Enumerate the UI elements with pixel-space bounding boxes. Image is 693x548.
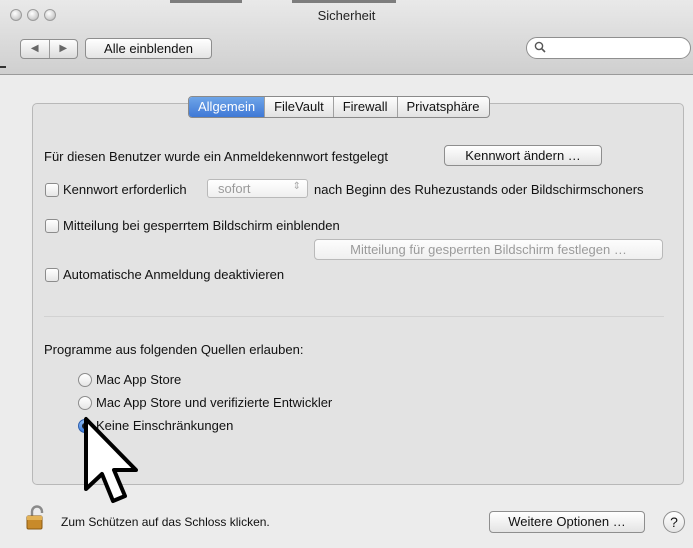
- auto-login-checkbox[interactable]: [45, 268, 59, 282]
- updown-arrow-icon: ⇕: [292, 181, 301, 192]
- set-lock-message-button[interactable]: Mitteilung für gesperrten Bildschirm fes…: [314, 239, 663, 260]
- section-divider: [44, 316, 664, 317]
- radio-verified-developers[interactable]: [78, 396, 92, 410]
- preferences-window: Sicherheit ◀ ▶ Alle einblenden Allgemein…: [0, 0, 693, 548]
- require-password-delay-select[interactable]: sofort ⇕: [207, 179, 308, 198]
- radio-mac-app-store-label: Mac App Store: [96, 372, 182, 387]
- tab-firewall[interactable]: Firewall: [334, 97, 398, 117]
- auto-login-label: Automatische Anmeldung deaktivieren: [63, 267, 285, 282]
- require-password-suffix: nach Beginn des Ruhezustands oder Bildsc…: [314, 182, 644, 197]
- require-password-label: Kennwort erforderlich: [63, 182, 187, 197]
- forward-arrow-icon[interactable]: ▶: [50, 40, 78, 58]
- more-options-button[interactable]: Weitere Optionen …: [489, 511, 645, 533]
- lock-message-label: Mitteilung bei gesperrtem Bildschirm ein…: [63, 218, 340, 233]
- tab-filevault[interactable]: FileVault: [265, 97, 334, 117]
- tab-bar: Allgemein FileVault Firewall Privatsphär…: [188, 96, 490, 118]
- mouse-pointer-icon: [82, 415, 140, 510]
- title-bar: Sicherheit ◀ ▶ Alle einblenden: [0, 0, 693, 75]
- window-edge-mark: [0, 66, 6, 68]
- radio-verified-developers-label: Mac App Store und verifizierte Entwickle…: [96, 395, 333, 410]
- tab-privatsphaere[interactable]: Privatsphäre: [398, 97, 489, 117]
- lock-hint-text: Zum Schützen auf das Schloss klicken.: [61, 515, 270, 529]
- sources-heading: Programme aus folgenden Quellen erlauben…: [44, 342, 304, 357]
- window-title: Sicherheit: [317, 8, 376, 23]
- back-forward-control: ◀ ▶: [20, 39, 78, 59]
- tab-allgemein[interactable]: Allgemein: [189, 97, 266, 117]
- require-password-checkbox[interactable]: [45, 183, 59, 197]
- radio-mac-app-store[interactable]: [78, 373, 92, 387]
- lock-message-checkbox[interactable]: [45, 219, 59, 233]
- search-input[interactable]: [526, 37, 691, 59]
- show-all-button[interactable]: Alle einblenden: [85, 38, 212, 59]
- password-set-text: Für diesen Benutzer wurde ein Anmeldeken…: [44, 149, 388, 164]
- help-button[interactable]: ?: [663, 511, 685, 533]
- search-icon: [534, 41, 546, 56]
- delay-value: sofort: [218, 181, 251, 196]
- lock-icon[interactable]: [25, 505, 49, 534]
- change-password-button[interactable]: Kennwort ändern …: [444, 145, 602, 166]
- back-arrow-icon[interactable]: ◀: [21, 40, 50, 58]
